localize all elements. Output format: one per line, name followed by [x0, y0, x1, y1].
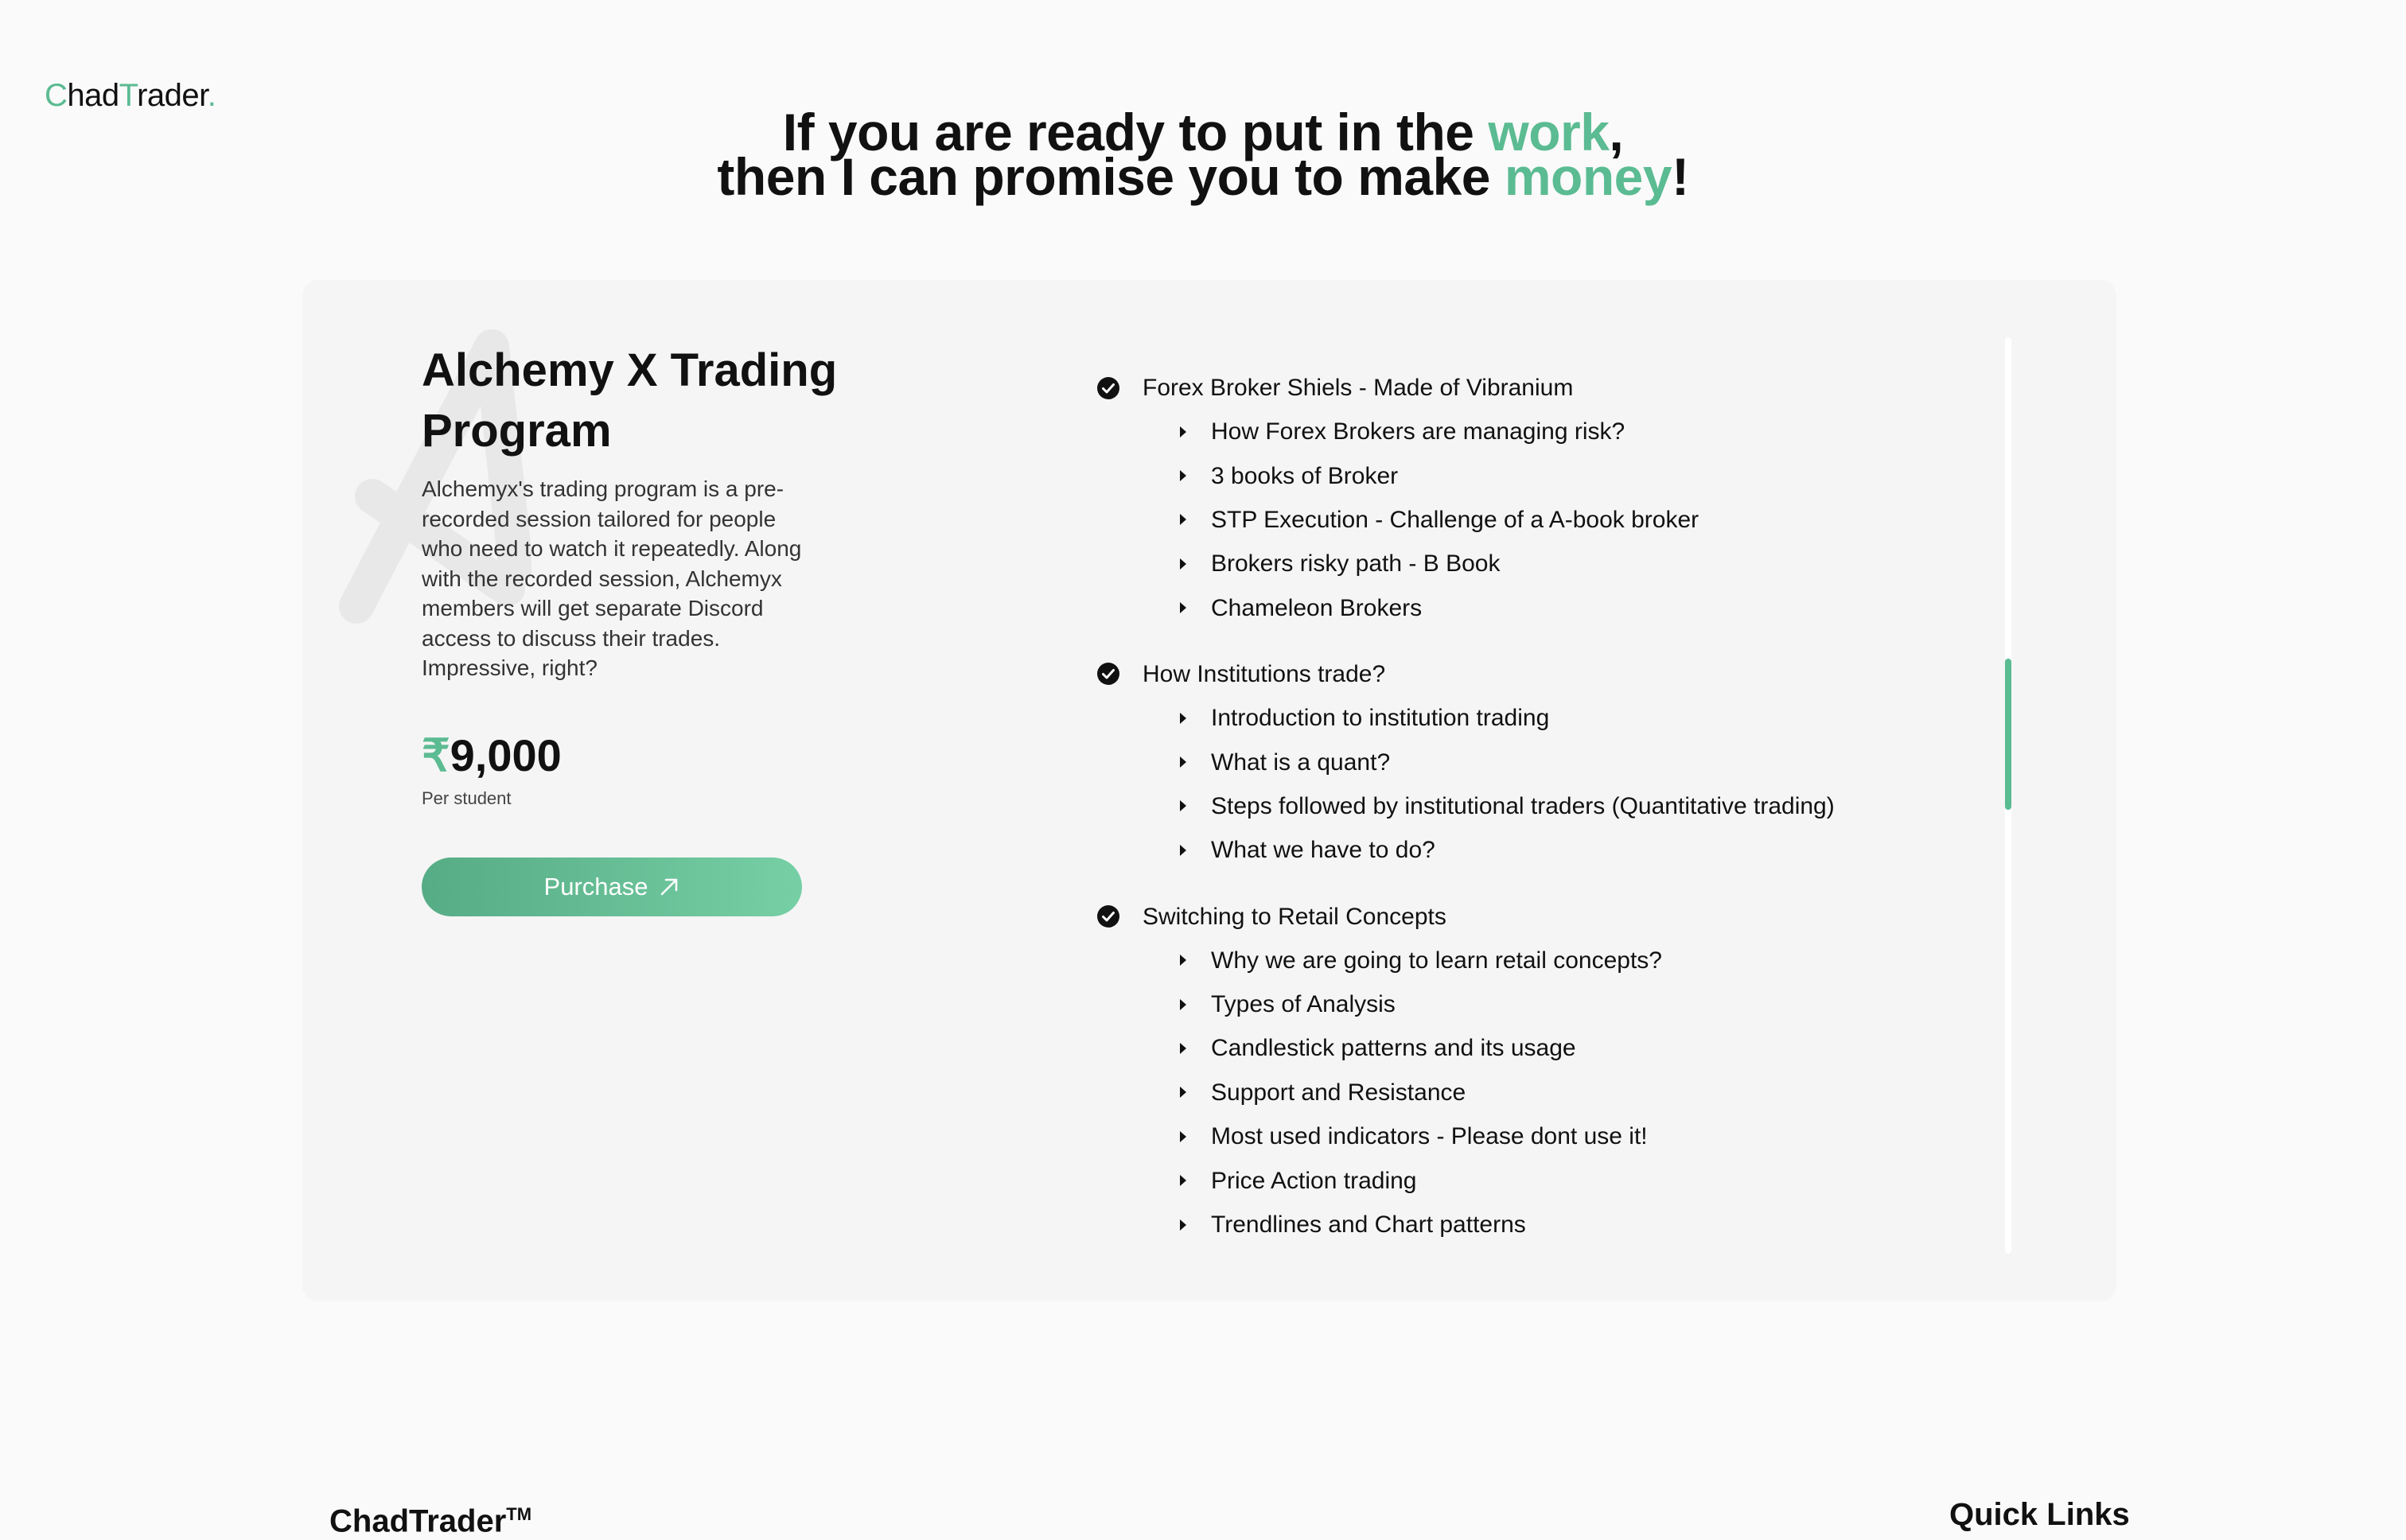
price-amount: 9,000	[450, 730, 562, 780]
lesson-item[interactable]: STP Execution - Challenge of a A-book br…	[1096, 498, 1995, 542]
logo-letter-c: C	[45, 78, 68, 113]
lesson-title: Steps followed by institutional traders …	[1211, 792, 1835, 819]
lesson-item[interactable]: Trendlines and Chart patterns	[1096, 1203, 1995, 1246]
lesson-title: Why we are going to learn retail concept…	[1211, 947, 1662, 974]
caret-right-icon	[1180, 756, 1186, 768]
footer-brand: ChadTraderTM	[329, 1495, 531, 1540]
site-logo[interactable]: ChadTrader.	[45, 76, 216, 115]
curriculum-module: Switching to Retail Concepts Why we are g…	[1096, 895, 1995, 1247]
hero-line2-text: then I can promise you to make	[717, 147, 1505, 206]
caret-right-icon	[1180, 1219, 1186, 1231]
lesson-title: What is a quant?	[1211, 749, 1391, 776]
check-circle-icon	[1097, 663, 1119, 686]
curriculum-module: Forex Broker Shiels - Made of Vibranium H…	[1096, 366, 1995, 630]
lesson-title: Price Action trading	[1211, 1167, 1417, 1194]
lesson-list: Why we are going to learn retail concept…	[1096, 939, 1995, 1247]
lesson-item[interactable]: Chameleon Brokers	[1096, 586, 1995, 630]
footer-brand-name: ChadTrader	[329, 1503, 507, 1539]
currency-symbol: ₹	[422, 730, 450, 780]
lesson-item[interactable]: Most used indicators - Please dont use i…	[1096, 1114, 1995, 1158]
lesson-list: Introduction to institution trading What …	[1096, 696, 1995, 873]
lesson-item[interactable]: How Forex Brokers are managing risk?	[1096, 410, 1995, 453]
caret-right-icon	[1180, 712, 1186, 724]
caret-right-icon	[1180, 955, 1186, 966]
caret-right-icon	[1180, 1130, 1186, 1142]
caret-right-icon	[1180, 1087, 1186, 1099]
program-price: ₹9,000	[422, 729, 562, 783]
lesson-item[interactable]: 3 books of Broker	[1096, 453, 1995, 497]
lesson-title: 3 books of Broker	[1211, 462, 1399, 489]
lesson-item[interactable]: Steps followed by institutional traders …	[1096, 784, 1995, 828]
logo-letter-t: T	[119, 78, 138, 113]
check-circle-icon	[1097, 376, 1119, 399]
check-circle-icon	[1097, 905, 1119, 928]
lesson-title: What we have to do?	[1211, 837, 1435, 864]
footer-trademark: TM	[506, 1504, 532, 1524]
curriculum-scrollbar-thumb[interactable]	[2005, 659, 2011, 810]
arrow-up-right-icon	[661, 878, 678, 896]
caret-right-icon	[1180, 844, 1186, 856]
lesson-title: STP Execution - Challenge of a A-book br…	[1211, 506, 1699, 533]
lesson-item[interactable]: Brokers risky path - B Book	[1096, 542, 1995, 585]
module-title: Switching to Retail Concepts	[1143, 903, 1446, 930]
lesson-title: Trendlines and Chart patterns	[1211, 1211, 1526, 1239]
hero-headline: If you are ready to put in the work, then…	[0, 106, 2406, 203]
hero-line2-punctuation: !	[1672, 147, 1689, 206]
lesson-item[interactable]: Introduction to institution trading	[1096, 696, 1995, 740]
module-title: Forex Broker Shiels - Made of Vibranium	[1143, 375, 1574, 401]
lesson-item[interactable]: Candlestick patterns and its usage	[1096, 1026, 1995, 1070]
price-note: Per student	[422, 788, 512, 808]
module-header[interactable]: How Institutions trade?	[1096, 652, 1995, 696]
caret-right-icon	[1180, 470, 1186, 482]
lesson-title: Candlestick patterns and its usage	[1211, 1035, 1576, 1062]
logo-text-had: had	[67, 78, 119, 113]
caret-right-icon	[1180, 514, 1186, 526]
lesson-item[interactable]: Price Action trading	[1096, 1158, 1995, 1202]
lesson-item[interactable]: Types of Analysis	[1096, 982, 1995, 1026]
lesson-title: Brokers risky path - B Book	[1211, 550, 1501, 578]
lesson-title: Introduction to institution trading	[1211, 705, 1550, 732]
caret-right-icon	[1180, 1175, 1186, 1187]
caret-right-icon	[1180, 998, 1186, 1010]
lesson-title: Support and Resistance	[1211, 1079, 1466, 1106]
hero-accent-money: money	[1504, 147, 1672, 206]
footer-quick-links-heading: Quick Links	[1949, 1497, 2130, 1532]
curriculum-list: Forex Broker Shiels - Made of Vibranium H…	[1096, 366, 1995, 1269]
caret-right-icon	[1180, 602, 1186, 614]
program-description: Alchemyx's trading program is a pre-reco…	[422, 476, 802, 680]
lesson-item[interactable]: Why we are going to learn retail concept…	[1096, 939, 1995, 982]
program-title: Alchemy X Trading Program	[422, 344, 838, 457]
lesson-list: How Forex Brokers are managing risk? 3 bo…	[1096, 410, 1995, 630]
lesson-title: Most used indicators - Please dont use i…	[1211, 1123, 1648, 1150]
lesson-item[interactable]: What is a quant?	[1096, 740, 1995, 784]
purchase-button[interactable]: Purchase	[422, 858, 802, 916]
module-title: How Institutions trade?	[1143, 660, 1386, 687]
lesson-item[interactable]: Support and Resistance	[1096, 1071, 1995, 1114]
caret-right-icon	[1180, 800, 1186, 812]
caret-right-icon	[1180, 426, 1186, 438]
purchase-button-label: Purchase	[543, 873, 648, 900]
lesson-title: Chameleon Brokers	[1211, 594, 1423, 621]
module-header[interactable]: Forex Broker Shiels - Made of Vibranium	[1096, 366, 1995, 410]
caret-right-icon	[1180, 558, 1186, 570]
logo-dot: .	[207, 78, 216, 113]
curriculum-module: How Institutions trade? Introduction to i…	[1096, 652, 1995, 873]
logo-text-rader: rader	[137, 78, 208, 113]
caret-right-icon	[1180, 1042, 1186, 1054]
module-header[interactable]: Switching to Retail Concepts	[1096, 895, 1995, 939]
lesson-title: How Forex Brokers are managing risk?	[1211, 418, 1625, 445]
lesson-title: Types of Analysis	[1211, 991, 1396, 1018]
lesson-item[interactable]: What we have to do?	[1096, 828, 1995, 872]
